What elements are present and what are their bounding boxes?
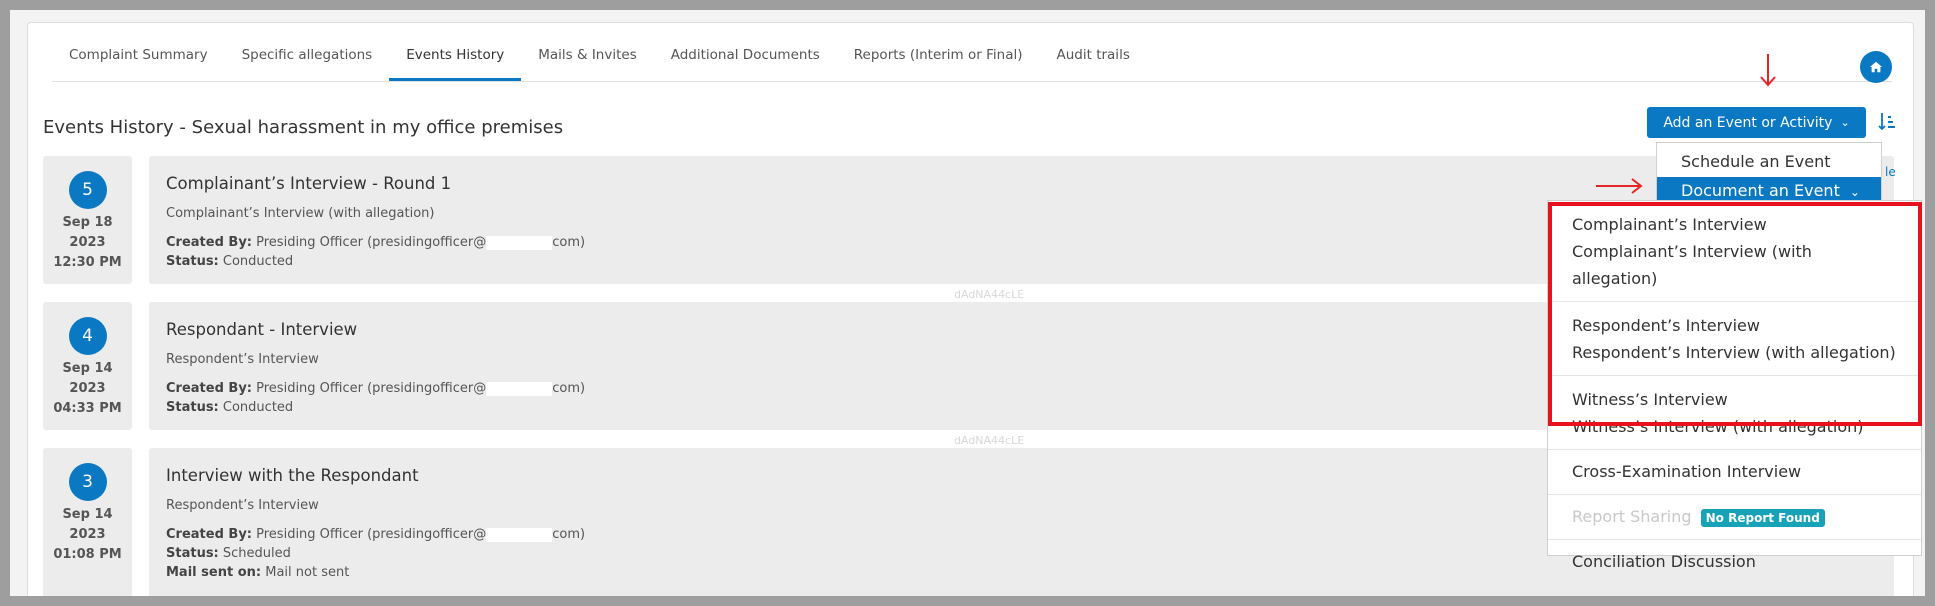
menu-item-complainant-interview[interactable]: Complainant’s Interview <box>1572 211 1897 238</box>
created-by-value: Presiding Officer (presidingofficer@ <box>256 235 487 250</box>
add-event-label: Add an Event or Activity <box>1663 114 1833 131</box>
event-date-box: 4 Sep 14 2023 04:33 PM <box>43 302 132 430</box>
tab-mails-invites[interactable]: Mails & Invites <box>521 39 653 79</box>
menu-item-complainant-interview-allegation[interactable]: Complainant’s Interview (with allegation… <box>1572 238 1897 292</box>
menu-item-witness-interview-allegation[interactable]: Witness’s Interview (with allegation) <box>1572 413 1897 440</box>
tab-audit-trails[interactable]: Audit trails <box>1040 39 1147 79</box>
mail-sent-value: Mail not sent <box>265 565 350 580</box>
event-title: Interview with the Respondant <box>166 466 419 485</box>
created-by-suffix: com) <box>552 381 586 396</box>
document-event-label: Document an Event <box>1681 181 1840 200</box>
home-button[interactable] <box>1860 51 1892 83</box>
event-type: Respondent’s Interview <box>166 352 319 367</box>
tab-reports[interactable]: Reports (Interim or Final) <box>837 39 1040 79</box>
partial-link[interactable]: le <box>1885 165 1896 179</box>
event-year: 2023 <box>69 381 106 396</box>
menu-item-cross-examination[interactable]: Cross-Examination Interview <box>1548 450 1921 495</box>
report-sharing-label: Report Sharing <box>1572 507 1692 526</box>
redaction-mask <box>486 381 553 396</box>
status-label: Status: <box>166 546 219 561</box>
event-time: 04:33 PM <box>53 401 122 416</box>
tab-specific-allegations[interactable]: Specific allegations <box>225 39 390 79</box>
created-by-label: Created By: <box>166 527 252 542</box>
event-time: 01:08 PM <box>53 547 122 562</box>
created-by-label: Created By: <box>166 235 252 250</box>
menu-item-respondent-interview-allegation[interactable]: Respondent’s Interview (with allegation) <box>1572 339 1897 366</box>
menu-item-report-sharing: Report Sharing No Report Found <box>1548 495 1921 540</box>
menu-item-respondent-interview[interactable]: Respondent’s Interview <box>1572 312 1897 339</box>
sort-icon[interactable] <box>1877 111 1897 133</box>
annotation-arrow-right <box>1596 178 1643 194</box>
mail-sent-label: Mail sent on: <box>166 565 262 580</box>
event-meta: Created By: Presiding Officer (presiding… <box>166 379 585 417</box>
event-month-day: Sep 14 <box>62 361 113 376</box>
status-value: Conducted <box>222 254 294 269</box>
created-by-value: Presiding Officer (presidingofficer@ <box>256 527 487 542</box>
event-date-box: 5 Sep 18 2023 12:30 PM <box>43 156 132 284</box>
tab-additional-documents[interactable]: Additional Documents <box>654 39 837 79</box>
created-by-value: Presiding Officer (presidingofficer@ <box>256 381 487 396</box>
status-label: Status: <box>166 400 219 415</box>
status-value: Scheduled <box>222 546 291 561</box>
event-type: Complainant’s Interview (with allegation… <box>166 206 435 221</box>
redaction-mask <box>486 235 553 250</box>
watermark: dAdNA44cLE <box>954 288 1025 301</box>
no-report-badge: No Report Found <box>1700 508 1825 527</box>
event-date-box: 3 Sep 14 2023 01:08 PM <box>43 448 132 596</box>
submenu-group-respondent: Respondent’s Interview Respondent’s Inte… <box>1548 302 1921 376</box>
menu-item-schedule-event[interactable]: Schedule an Event <box>1657 149 1881 175</box>
event-month-day: Sep 14 <box>62 507 113 522</box>
event-meta: Created By: Presiding Officer (presiding… <box>166 233 585 271</box>
menu-item-conciliation[interactable]: Conciliation Discussion <box>1548 540 1921 584</box>
event-number-badge: 3 <box>68 463 107 501</box>
created-by-label: Created By: <box>166 381 252 396</box>
event-type: Respondent’s Interview <box>166 498 319 513</box>
page-title: Events History - Sexual harassment in my… <box>43 117 564 138</box>
event-time: 12:30 PM <box>53 255 122 270</box>
tab-bar: Complaint Summary Specific allegations E… <box>52 39 1892 82</box>
event-title: Respondant - Interview <box>166 320 358 339</box>
submenu-group-complainant: Complainant’s Interview Complainant’s In… <box>1548 201 1921 302</box>
watermark: dAdNA44cLE <box>954 434 1025 447</box>
event-year: 2023 <box>69 235 106 250</box>
home-icon <box>1869 61 1883 73</box>
event-year: 2023 <box>69 527 106 542</box>
chevron-down-icon: ⌄ <box>1840 116 1850 129</box>
tab-events-history[interactable]: Events History <box>389 39 522 81</box>
document-event-submenu: Complainant’s Interview Complainant’s In… <box>1547 200 1922 571</box>
event-month-day: Sep 18 <box>62 215 113 230</box>
submenu-group-witness: Witness’s Interview Witness’s Interview … <box>1548 376 1921 450</box>
chevron-down-icon: ⌄ <box>1849 185 1860 199</box>
window-frame: Complaint Summary Specific allegations E… <box>10 10 1925 596</box>
status-label: Status: <box>166 254 219 269</box>
created-by-suffix: com) <box>552 235 586 250</box>
redaction-mask <box>486 527 553 542</box>
menu-item-witness-interview[interactable]: Witness’s Interview <box>1572 386 1897 413</box>
event-meta: Created By: Presiding Officer (presiding… <box>166 525 585 582</box>
event-title: Complainant’s Interview - Round 1 <box>166 174 452 193</box>
tab-complaint-summary[interactable]: Complaint Summary <box>52 39 225 79</box>
add-event-button[interactable]: Add an Event or Activity ⌄ <box>1647 107 1866 138</box>
event-number-badge: 5 <box>68 171 107 209</box>
event-number-badge: 4 <box>68 317 107 355</box>
annotation-arrow-down <box>1760 54 1776 87</box>
status-value: Conducted <box>222 400 294 415</box>
created-by-suffix: com) <box>552 527 586 542</box>
